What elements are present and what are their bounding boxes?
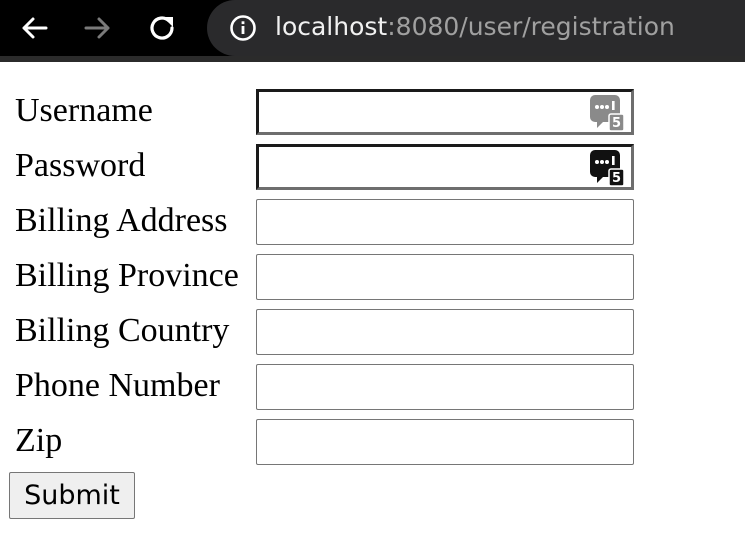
submit-button[interactable]: Submit <box>9 472 135 519</box>
zip-input[interactable] <box>257 420 633 464</box>
billing-province-label: Billing Province <box>15 257 239 294</box>
form-row-billing-province: Billing Province <box>0 254 745 312</box>
username-input[interactable] <box>259 92 631 132</box>
username-field[interactable]: 5 <box>256 89 634 135</box>
phone-number-input[interactable] <box>257 365 633 409</box>
site-info-icon[interactable] <box>227 12 259 44</box>
form-row-password: Password 5 <box>0 144 745 202</box>
password-manager-badge: 5 <box>612 171 621 186</box>
url-text[interactable]: localhost:8080/user/registration <box>275 10 675 44</box>
reload-icon <box>150 16 174 40</box>
form-row-username: Username 5 <box>0 89 745 147</box>
password-field[interactable]: 5 <box>256 144 634 190</box>
billing-country-field[interactable] <box>256 309 634 355</box>
form-row-billing-address: Billing Address <box>0 199 745 257</box>
phone-number-field[interactable] <box>256 364 634 410</box>
zip-label: Zip <box>15 422 63 459</box>
arrow-left-icon <box>22 17 48 39</box>
forward-button[interactable] <box>78 8 118 48</box>
phone-number-label: Phone Number <box>15 367 220 404</box>
url-path: :8080/user/registration <box>387 12 675 41</box>
reload-button[interactable] <box>142 8 182 48</box>
password-manager-badge: 5 <box>612 116 621 131</box>
username-label: Username <box>15 92 153 129</box>
billing-address-field[interactable] <box>256 199 634 245</box>
billing-province-field[interactable] <box>256 254 634 300</box>
password-label: Password <box>15 147 146 184</box>
billing-province-input[interactable] <box>257 255 633 299</box>
zip-field[interactable] <box>256 419 634 465</box>
password-manager-icon[interactable]: 5 <box>589 149 625 187</box>
form-row-billing-country: Billing Country <box>0 309 745 367</box>
billing-address-label: Billing Address <box>15 202 228 239</box>
toolbar-divider <box>0 56 745 62</box>
form-row-phone-number: Phone Number <box>0 364 745 422</box>
url-host: localhost <box>275 12 388 41</box>
password-manager-icon[interactable]: 5 <box>589 94 625 132</box>
password-input[interactable] <box>259 147 631 187</box>
address-bar[interactable]: localhost:8080/user/registration <box>207 0 745 56</box>
arrow-right-icon <box>84 17 110 39</box>
billing-country-label: Billing Country <box>15 312 230 349</box>
billing-address-input[interactable] <box>257 200 633 244</box>
back-button[interactable] <box>14 8 54 48</box>
form-row-zip: Zip <box>0 419 745 477</box>
browser-toolbar: localhost:8080/user/registration <box>0 0 745 56</box>
billing-country-input[interactable] <box>257 310 633 354</box>
